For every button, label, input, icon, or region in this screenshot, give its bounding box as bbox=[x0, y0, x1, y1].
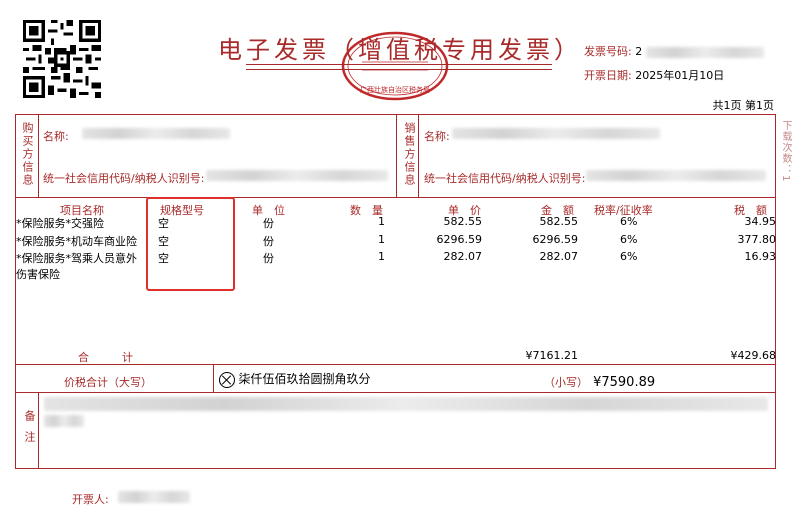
issue-date-value: 2025年01月10日 bbox=[635, 69, 725, 82]
grand-total-words-text: 柒仟伍佰玖拾圆捌角玖分 bbox=[238, 372, 371, 386]
buyer-tax-id-label: 统一社会信用代码/纳税人识别号: bbox=[43, 172, 205, 185]
invoice-number-label: 发票号码: bbox=[584, 45, 632, 58]
buyer-section-label: 购买方信息 bbox=[21, 122, 34, 187]
issuer-label: 开票人: bbox=[72, 493, 109, 506]
row2-amount: 6296.59 bbox=[532, 233, 579, 246]
redacted-remarks-line-1 bbox=[44, 397, 768, 411]
row1-rate: 6% bbox=[620, 215, 638, 228]
grand-total-small-value: ¥7590.89 bbox=[593, 375, 656, 390]
row1-qty: 1 bbox=[378, 215, 385, 228]
row3-price: 282.07 bbox=[443, 250, 483, 263]
row3-tax: 16.93 bbox=[744, 250, 777, 263]
row1-name: *保险服务*交强险 bbox=[16, 217, 104, 230]
divider-grand-total-label bbox=[213, 364, 214, 392]
title-underline-2 bbox=[246, 69, 552, 70]
redacted-invoice-number bbox=[645, 46, 764, 58]
redacted-issuer bbox=[118, 491, 190, 503]
row3-rate: 6% bbox=[620, 250, 638, 263]
row3-name: *保险服务*驾乘人员意外 bbox=[16, 252, 137, 265]
seller-name-label: 名称: bbox=[424, 130, 450, 143]
row2-price: 6296.59 bbox=[436, 233, 483, 246]
issue-date: 开票日期: 2025年01月10日 bbox=[584, 67, 724, 83]
row2-unit: 份 bbox=[263, 235, 274, 248]
row3-amount: 282.07 bbox=[539, 250, 579, 263]
redacted-remarks-line-2 bbox=[44, 415, 84, 427]
buyer-name-label: 名称: bbox=[43, 130, 69, 143]
divider-buyer-label bbox=[38, 114, 39, 197]
divider-party bbox=[15, 197, 776, 198]
circle-x-icon bbox=[219, 372, 235, 388]
row3-unit: 份 bbox=[263, 252, 274, 265]
total-label: 合 计 bbox=[78, 351, 133, 364]
grand-total-label: 价税合计（大写） bbox=[64, 376, 152, 389]
download-count: 下载次数：1 bbox=[780, 120, 791, 183]
invoice-title: 电子发票（增值税专用发票） bbox=[218, 36, 582, 64]
grand-total-small: （小写） ¥7590.89 bbox=[544, 371, 655, 390]
row3-name-continued: 伤害保险 bbox=[16, 268, 60, 281]
invoice-number: 发票号码: 2 bbox=[584, 43, 764, 59]
row1-unit: 份 bbox=[263, 217, 274, 230]
row3-qty: 1 bbox=[378, 250, 385, 263]
redacted-buyer-tax-id bbox=[206, 170, 388, 181]
grand-total-words: 柒仟伍佰玖拾圆捌角玖分 bbox=[219, 370, 371, 388]
page-indicator: 共1页 第1页 bbox=[712, 99, 775, 112]
qr-code bbox=[23, 20, 101, 98]
row2-tax: 377.80 bbox=[737, 233, 777, 246]
row1-tax: 34.95 bbox=[744, 215, 777, 228]
redacted-seller-tax-id bbox=[586, 170, 766, 181]
row2-qty: 1 bbox=[378, 233, 385, 246]
total-amount: ¥7161.21 bbox=[525, 349, 579, 362]
title-underline bbox=[246, 64, 552, 65]
issue-date-label: 开票日期: bbox=[584, 69, 632, 82]
redacted-seller-name bbox=[452, 128, 660, 139]
invoice-number-value: 2 bbox=[635, 45, 643, 58]
total-tax: ¥429.68 bbox=[730, 349, 777, 362]
divider-buyer-seller bbox=[396, 114, 397, 197]
spec-column-highlight bbox=[146, 197, 235, 291]
divider-grand-total bbox=[15, 392, 776, 393]
divider-remarks-label bbox=[38, 392, 39, 469]
remarks-label: 备注 bbox=[23, 410, 36, 452]
seal-text: 广西壮族自治区税务局 bbox=[360, 85, 430, 94]
grand-total-small-label: （小写） bbox=[544, 376, 588, 389]
redacted-buyer-name bbox=[82, 128, 230, 139]
seller-tax-id-label: 统一社会信用代码/纳税人识别号: bbox=[424, 172, 586, 185]
row2-name: *保险服务*机动车商业险 bbox=[16, 235, 137, 248]
row1-amount: 582.55 bbox=[539, 215, 579, 228]
divider-seller-label bbox=[418, 114, 419, 197]
row2-rate: 6% bbox=[620, 233, 638, 246]
seller-section-label: 销售方信息 bbox=[403, 122, 416, 187]
row1-price: 582.55 bbox=[443, 215, 483, 228]
